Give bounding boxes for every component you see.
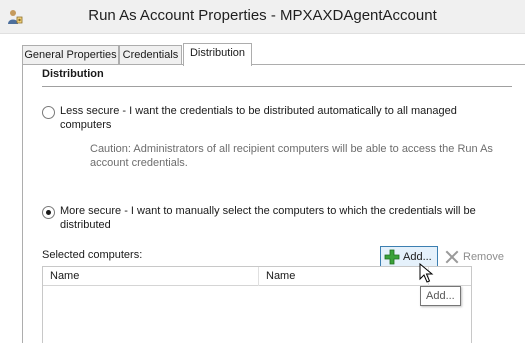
section-heading: Distribution bbox=[42, 68, 104, 80]
column-header-name[interactable]: Name bbox=[43, 267, 259, 286]
column-header-name-2[interactable]: Name bbox=[259, 267, 429, 286]
green-plus-icon bbox=[384, 249, 400, 265]
tab-credentials[interactable]: Credentials bbox=[119, 45, 182, 65]
title-bar: Run As Account Properties - MPXAXDAgentA… bbox=[0, 0, 525, 34]
gray-x-icon bbox=[444, 249, 460, 265]
window-title: Run As Account Properties - MPXAXDAgentA… bbox=[88, 7, 437, 24]
tab-general-properties[interactable]: General Properties bbox=[22, 45, 119, 65]
more-secure-label[interactable]: More secure - I want to manually select … bbox=[60, 204, 500, 232]
caution-text: Caution: Administrators of all recipient… bbox=[90, 143, 493, 169]
section-divider bbox=[42, 86, 512, 87]
less-secure-label[interactable]: Less secure - I want the credentials to … bbox=[60, 104, 500, 132]
selected-computers-label: Selected computers: bbox=[42, 249, 143, 261]
tab-distribution[interactable]: Distribution bbox=[183, 43, 252, 66]
more-secure-radio[interactable] bbox=[42, 206, 55, 219]
list-header: Name Name bbox=[43, 267, 471, 286]
mouse-cursor-icon bbox=[419, 262, 435, 285]
less-secure-radio[interactable] bbox=[42, 106, 55, 119]
remove-button[interactable]: Remove bbox=[442, 246, 512, 268]
remove-button-label: Remove bbox=[463, 251, 504, 263]
add-tooltip: Add... bbox=[420, 286, 461, 306]
selected-computers-list[interactable]: Name Name bbox=[42, 266, 472, 343]
